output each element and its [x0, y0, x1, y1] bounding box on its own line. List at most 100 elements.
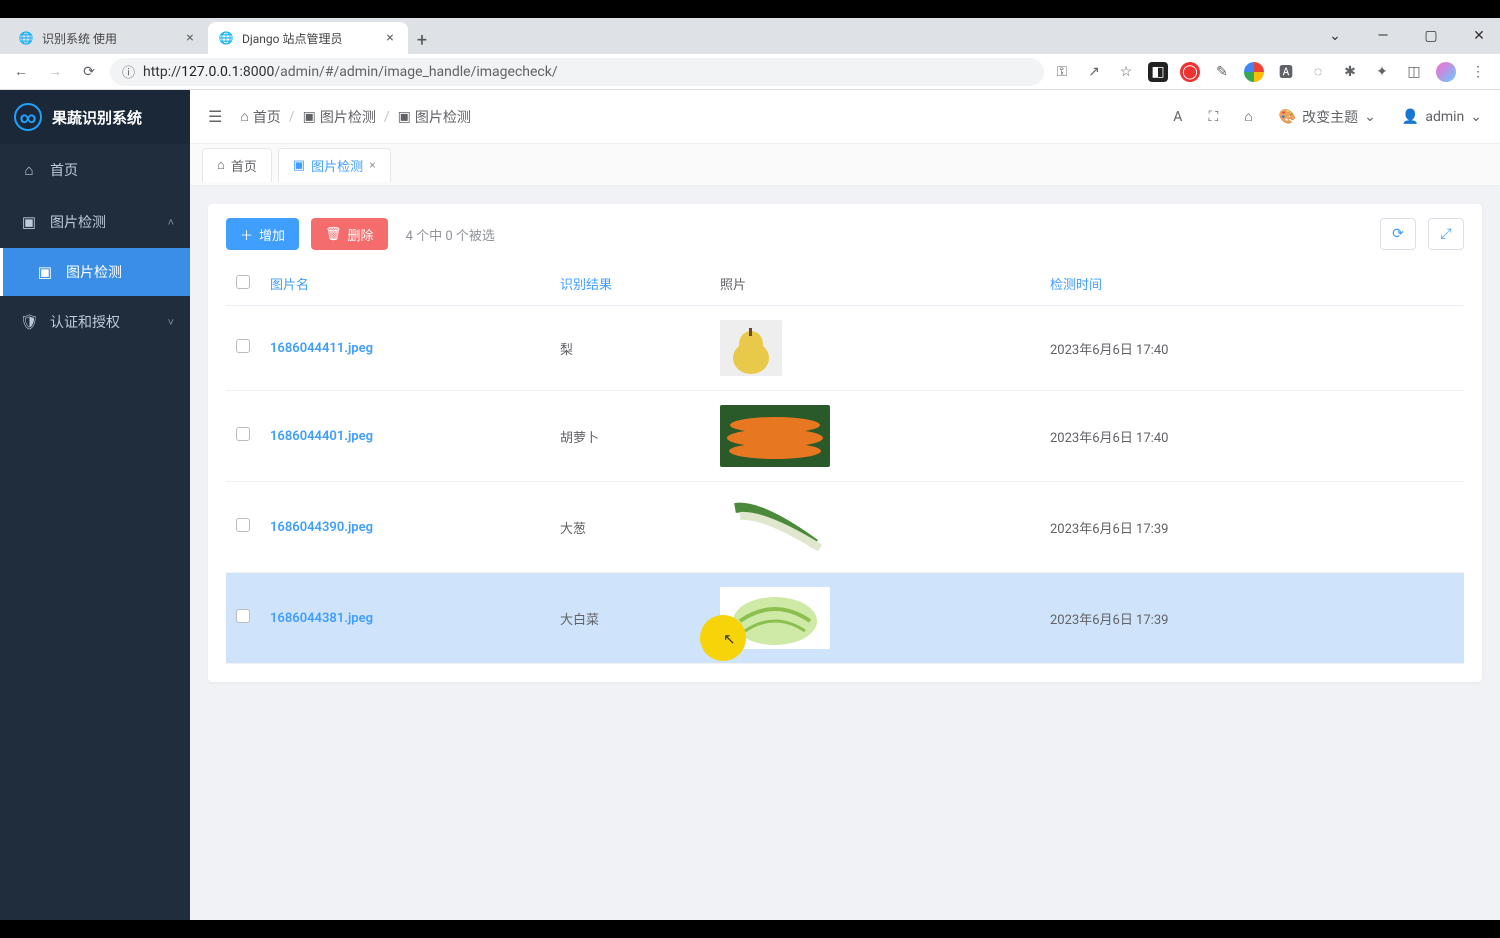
- browser-tab-1[interactable]: 🌐 识别系统 使用 ×: [8, 22, 208, 54]
- table-row[interactable]: 1686044381.jpeg 大白菜 2023年6月6日 17:39: [226, 573, 1464, 664]
- tab-title: 识别系统 使用: [42, 30, 182, 47]
- chevron-down-icon: ⌄: [1364, 109, 1376, 125]
- sidepanel-icon[interactable]: ◫: [1404, 62, 1424, 82]
- close-icon[interactable]: ×: [369, 158, 375, 172]
- back-button[interactable]: ←: [8, 59, 34, 85]
- data-table: 图片名 识别结果 照片 检测时间 1686044411.jpeg 梨: [226, 262, 1464, 664]
- col-time[interactable]: 检测时间: [1040, 262, 1464, 306]
- thumbnail-cabbage: [720, 587, 830, 649]
- reload-button[interactable]: ⟳: [76, 59, 102, 85]
- close-icon[interactable]: ×: [382, 30, 398, 46]
- home-icon: ⌂: [240, 108, 248, 125]
- sidebar-item-home[interactable]: ⌂ 首页: [0, 144, 190, 196]
- fullscreen-button[interactable]: ⛶: [1208, 109, 1218, 125]
- refresh-button[interactable]: ⟳: [1380, 218, 1416, 250]
- hamburger-icon[interactable]: ☰: [208, 107, 222, 126]
- theme-dropdown[interactable]: 🎨 改变主题 ⌄: [1279, 107, 1376, 127]
- sidebar-item-image-check[interactable]: ▣ 图片检测: [0, 248, 190, 296]
- refresh-icon: ⟳: [1392, 226, 1404, 242]
- sidebar-item-label: 图片检测: [50, 212, 106, 232]
- close-window-icon[interactable]: ✕: [1464, 28, 1494, 44]
- maximize-icon[interactable]: ▢: [1416, 28, 1446, 44]
- extension-icon[interactable]: ✎: [1212, 62, 1232, 82]
- pagetab-home[interactable]: ⌂ 首页: [202, 148, 272, 182]
- browser-tabbar: 🌐 识别系统 使用 × 🌐 Django 站点管理员 × + ⌄ — ▢ ✕: [0, 18, 1500, 54]
- camera-icon: ▣: [20, 213, 38, 231]
- user-dropdown[interactable]: 👤 admin ⌄: [1402, 109, 1482, 125]
- row-checkbox[interactable]: [236, 427, 250, 441]
- time-cell: 2023年6月6日 17:39: [1040, 573, 1464, 664]
- image-name-link[interactable]: 1686044390.jpeg: [270, 520, 373, 535]
- row-checkbox[interactable]: [236, 609, 250, 623]
- select-all-checkbox[interactable]: [236, 275, 250, 289]
- breadcrumb-mid[interactable]: ▣图片检测: [303, 107, 376, 127]
- menu-icon[interactable]: ⋮: [1468, 62, 1488, 82]
- new-tab-button[interactable]: +: [408, 26, 436, 54]
- sidebar-item-image-detect[interactable]: ▣ 图片检测 ˄: [0, 196, 190, 248]
- page-tabs: ⌂ 首页 ▣ 图片检测 ×: [190, 144, 1500, 186]
- col-result[interactable]: 识别结果: [550, 262, 710, 306]
- plus-icon: ＋: [240, 225, 253, 244]
- extensions-icon[interactable]: ✦: [1372, 62, 1392, 82]
- minimize-icon[interactable]: —: [1368, 28, 1398, 44]
- thumbnail-pear: [720, 320, 782, 376]
- extension-icon[interactable]: ◌: [1308, 62, 1328, 82]
- avatar-icon[interactable]: [1436, 62, 1456, 82]
- main-area: ☰ ⌂首页 / ▣图片检测 / ▣图片检测 A ⛶ ⌂ 🎨 改变主题 ⌄: [190, 90, 1500, 920]
- image-name-link[interactable]: 1686044381.jpeg: [270, 611, 373, 626]
- table-row[interactable]: 1686044411.jpeg 梨 2023年6月6日 17:40: [226, 306, 1464, 391]
- extension-icon[interactable]: ◧: [1148, 62, 1168, 82]
- browser-toolbar: ← → ⟳ ⓘ http://127.0.0.1:8000/admin/#/ad…: [0, 54, 1500, 90]
- delete-button[interactable]: 🗑 删除: [311, 218, 388, 250]
- breadcrumb-home[interactable]: ⌂首页: [240, 107, 280, 127]
- chevron-down-icon[interactable]: ⌄: [1320, 28, 1350, 44]
- time-cell: 2023年6月6日 17:40: [1040, 306, 1464, 391]
- list-toolbar: ＋ 增加 🗑 删除 4 个中 0 个被选 ⟳ ⤢: [226, 218, 1464, 250]
- home-icon: ⌂: [217, 157, 225, 173]
- sidebar: ∞ 果蔬识别系统 ⌂ 首页 ▣ 图片检测 ˄ ▣ 图片检测 🛡 认证和授权 ˅: [0, 90, 190, 920]
- row-checkbox[interactable]: [236, 518, 250, 532]
- close-icon[interactable]: ×: [182, 30, 198, 46]
- brand-name: 果蔬识别系统: [52, 107, 142, 128]
- breadcrumb-last[interactable]: ▣图片检测: [398, 107, 471, 127]
- chevron-down-icon: ⌄: [1470, 109, 1482, 125]
- expand-button[interactable]: ⤢: [1428, 218, 1464, 250]
- tab-title: Django 站点管理员: [242, 30, 382, 47]
- info-icon: ⓘ: [122, 62, 135, 81]
- pagetab-image-check[interactable]: ▣ 图片检测 ×: [278, 148, 391, 182]
- image-name-link[interactable]: 1686044411.jpeg: [270, 341, 373, 356]
- trash-icon: 🗑: [325, 226, 342, 242]
- camera-icon: ▣: [36, 263, 54, 281]
- topbar: ☰ ⌂首页 / ▣图片检测 / ▣图片检测 A ⛶ ⌂ 🎨 改变主题 ⌄: [190, 90, 1500, 144]
- chevron-down-icon: ˅: [168, 316, 174, 329]
- breadcrumb: ⌂首页 / ▣图片检测 / ▣图片检测: [240, 107, 471, 127]
- forward-button[interactable]: →: [42, 59, 68, 85]
- chevron-up-icon: ˄: [168, 216, 174, 229]
- translate-icon[interactable]: 🅰: [1276, 62, 1296, 82]
- share-icon[interactable]: ↗: [1084, 62, 1104, 82]
- font-size-button[interactable]: A: [1173, 109, 1182, 125]
- list-card: ＋ 增加 🗑 删除 4 个中 0 个被选 ⟳ ⤢: [208, 204, 1482, 682]
- result-cell: 大葱: [550, 482, 710, 573]
- star-icon[interactable]: ☆: [1116, 62, 1136, 82]
- table-row[interactable]: 1686044390.jpeg 大葱 2023年6月6日 17:39: [226, 482, 1464, 573]
- sidebar-item-label: 图片检测: [66, 262, 122, 282]
- result-cell: 胡萝卜: [550, 391, 710, 482]
- extension-icon[interactable]: ◯: [1180, 62, 1200, 82]
- key-icon[interactable]: ⚿: [1052, 62, 1072, 82]
- sidebar-item-auth[interactable]: 🛡 认证和授权 ˅: [0, 296, 190, 348]
- row-checkbox[interactable]: [236, 339, 250, 353]
- image-name-link[interactable]: 1686044401.jpeg: [270, 429, 373, 444]
- extension-icon[interactable]: [1244, 62, 1264, 82]
- browser-tab-2[interactable]: 🌐 Django 站点管理员 ×: [208, 22, 408, 54]
- camera-icon: ▣: [293, 158, 305, 173]
- extension-icon[interactable]: ✱: [1340, 62, 1360, 82]
- add-button[interactable]: ＋ 增加: [226, 218, 299, 250]
- url-field[interactable]: ⓘ http://127.0.0.1:8000/admin/#/admin/im…: [110, 58, 1044, 86]
- globe-icon: 🌐: [218, 30, 234, 46]
- col-name[interactable]: 图片名: [260, 262, 550, 306]
- sidebar-item-label: 首页: [50, 160, 78, 180]
- home-button[interactable]: ⌂: [1244, 108, 1252, 125]
- table-row[interactable]: 1686044401.jpeg 胡萝卜 2023年6月6日 17:40: [226, 391, 1464, 482]
- expand-icon: ⤢: [1440, 226, 1451, 242]
